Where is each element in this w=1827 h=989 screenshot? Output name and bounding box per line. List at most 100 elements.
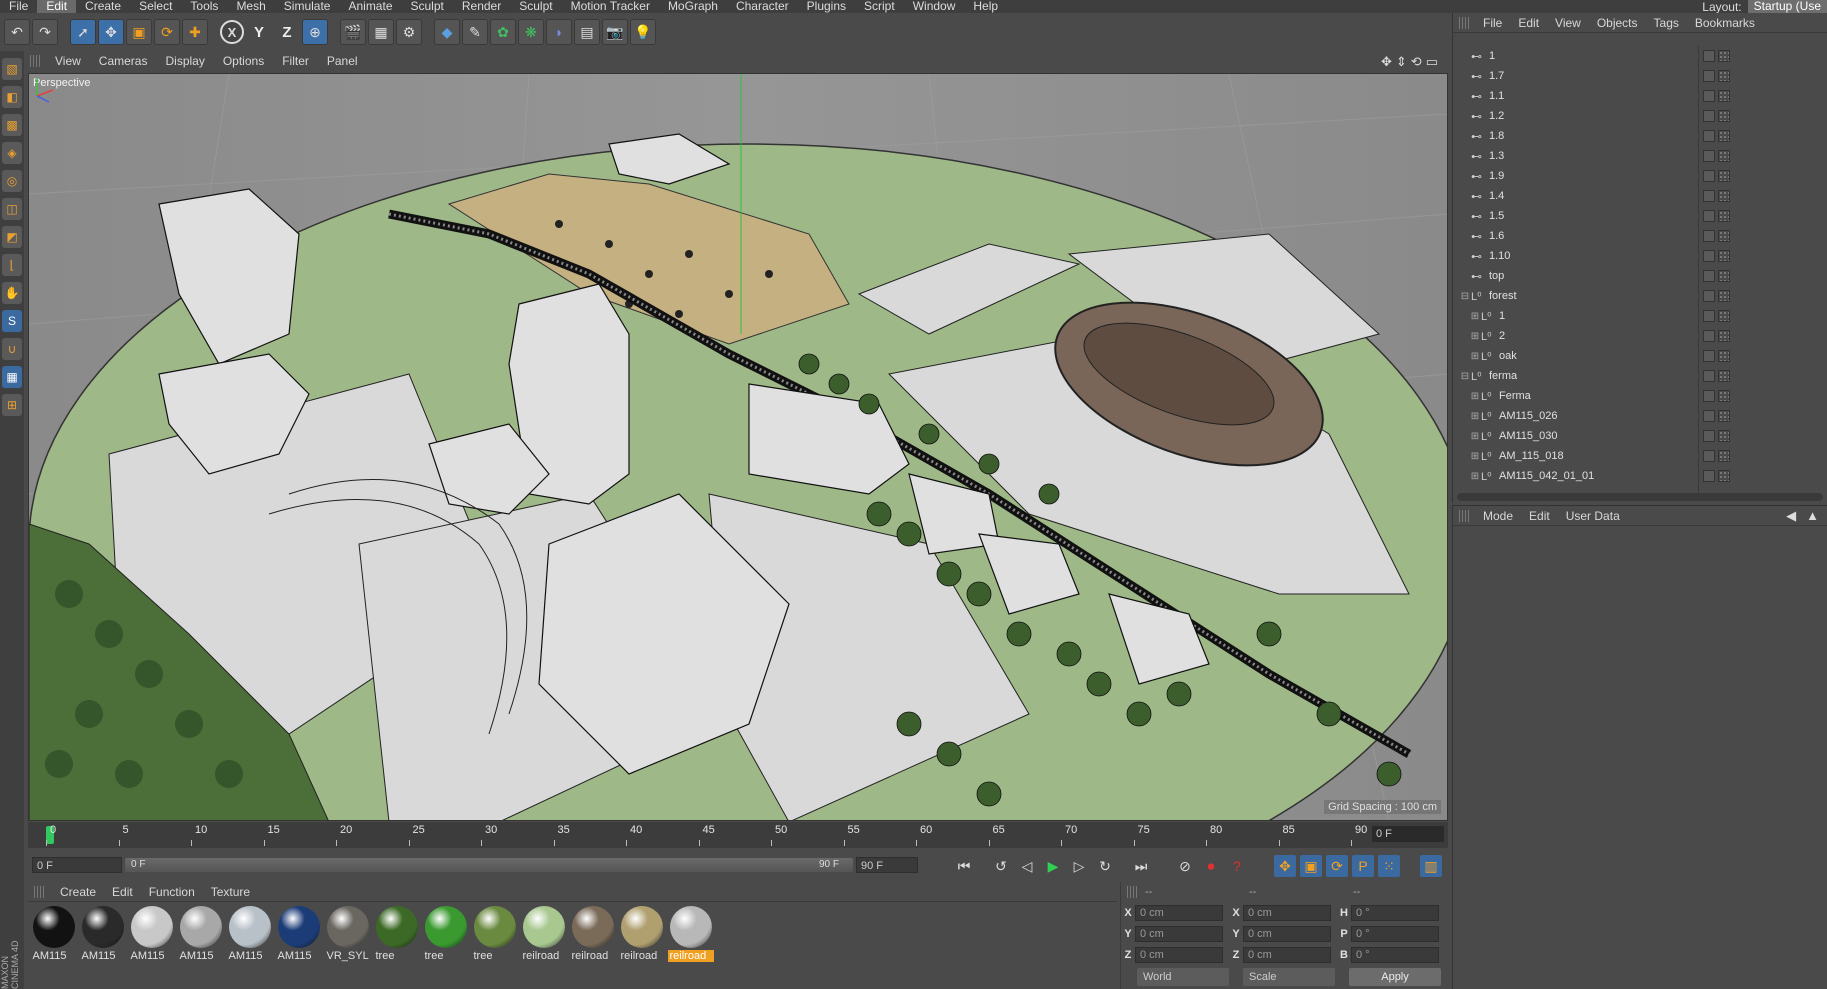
make-editable-icon[interactable]: ▧	[2, 58, 22, 80]
coordinate-mode-dropdown[interactable]: World	[1137, 968, 1229, 986]
visibility-dots-icon[interactable]	[1718, 110, 1730, 122]
record-active-icon[interactable]: ⏺	[1200, 855, 1222, 877]
object-row[interactable]: ⊷ 1.2	[1453, 106, 1827, 126]
rotate-tool-icon[interactable]: ⟳	[154, 19, 180, 45]
light-object-icon[interactable]: 💡	[630, 19, 656, 45]
expand-icon[interactable]: ⊞	[1469, 451, 1481, 462]
object-row[interactable]: ⊷ 1.6	[1453, 226, 1827, 246]
expand-icon[interactable]: ⊞	[1469, 391, 1481, 402]
timeline-window-icon[interactable]: ▥	[1420, 855, 1442, 877]
visibility-dots-icon[interactable]	[1718, 450, 1730, 462]
move-tool-icon[interactable]: ✥	[98, 19, 124, 45]
coord-value-field[interactable]: 0 cm	[1243, 904, 1331, 921]
lock-workplane-icon[interactable]: ⊞	[2, 394, 22, 416]
layer-checkbox-icon[interactable]	[1703, 250, 1715, 262]
orbit-icon[interactable]: ⟲	[1411, 54, 1422, 70]
menu-item-render[interactable]: Render	[453, 0, 510, 13]
viewport-menu-filter[interactable]: Filter	[273, 54, 318, 68]
go-to-end-icon[interactable]: ⏭	[1130, 855, 1152, 877]
key-position-icon[interactable]: ✥	[1274, 855, 1296, 877]
undo-icon[interactable]: ↶	[4, 19, 30, 45]
scale-tool-icon[interactable]: ▣	[126, 19, 152, 45]
live-select-icon[interactable]: ✚	[182, 19, 208, 45]
render-settings-icon[interactable]: ⚙	[396, 19, 422, 45]
object-row[interactable]: ⊟ L⁰ forest	[1453, 286, 1827, 306]
object-row[interactable]: ⊞ L⁰ 1	[1453, 306, 1827, 326]
panel-grip-icon[interactable]	[30, 55, 40, 67]
layer-checkbox-icon[interactable]	[1703, 330, 1715, 342]
preview-range-slider[interactable]: 0 F 90 F	[125, 858, 853, 872]
menu-item-script[interactable]: Script	[855, 0, 904, 13]
grid-snap-icon[interactable]: ▦	[2, 366, 22, 388]
axis-mode-icon[interactable]: ⌊	[2, 254, 22, 276]
expand-icon[interactable]: ⊞	[1469, 431, 1481, 442]
object-row[interactable]: ⊞ L⁰ Ferma	[1453, 386, 1827, 406]
layer-checkbox-icon[interactable]	[1703, 90, 1715, 102]
attribute-menu-user-data[interactable]: User Data	[1558, 509, 1628, 523]
previous-key-icon[interactable]: ↺	[990, 855, 1012, 877]
visibility-dots-icon[interactable]	[1718, 210, 1730, 222]
panel-grip-icon[interactable]	[1459, 16, 1469, 29]
expand-icon[interactable]: ⊞	[1469, 331, 1481, 342]
size-mode-dropdown[interactable]: Scale	[1243, 968, 1335, 986]
object-menu-file[interactable]: File	[1475, 16, 1510, 30]
points-mode-icon[interactable]: ◎	[2, 170, 22, 192]
material-swatch[interactable]: AM115	[274, 906, 323, 962]
play-forward-icon[interactable]: ▶	[1042, 855, 1064, 877]
timeline-track[interactable]: 0 5 10 15 20 25 30 35 40 45 50 55 60 65 70 75 80 85 90	[36, 824, 1367, 846]
workplane-icon[interactable]: ◈	[2, 142, 22, 164]
visibility-dots-icon[interactable]	[1718, 190, 1730, 202]
object-row[interactable]: ⊷ 1.4	[1453, 186, 1827, 206]
layer-checkbox-icon[interactable]	[1703, 290, 1715, 302]
object-row[interactable]: ⊞ L⁰ AM_115_018	[1453, 446, 1827, 466]
object-menu-bookmarks[interactable]: Bookmarks	[1687, 16, 1763, 30]
object-row[interactable]: ⊷ 1	[1453, 46, 1827, 66]
render-view-icon[interactable]: 🎬	[340, 19, 366, 45]
layer-checkbox-icon[interactable]	[1703, 410, 1715, 422]
object-row[interactable]: ⊷ top	[1453, 266, 1827, 286]
timeline-ruler[interactable]: 0 5 10 15 20 25 30 35 40 45 50 55 60 65 70 75 80 85 90 0 F	[28, 822, 1448, 848]
select-tool-icon[interactable]: ➚	[70, 19, 96, 45]
subdivision-surface-icon[interactable]: ✿	[490, 19, 516, 45]
coord-value-field[interactable]: 0 cm	[1135, 925, 1223, 942]
material-menu-create[interactable]: Create	[52, 885, 104, 899]
y-axis-lock-button[interactable]: Y	[246, 19, 272, 45]
attribute-menu-edit[interactable]: Edit	[1521, 509, 1558, 523]
object-menu-view[interactable]: View	[1547, 16, 1589, 30]
layer-checkbox-icon[interactable]	[1703, 210, 1715, 222]
viewport-menu-view[interactable]: View	[46, 54, 90, 68]
coord-value-field[interactable]: 0 °	[1351, 946, 1439, 963]
camera-object-icon[interactable]: 📷	[602, 19, 628, 45]
object-row[interactable]: ⊟ L⁰ ferma	[1453, 366, 1827, 386]
coord-value-field[interactable]: 0 cm	[1243, 946, 1331, 963]
viewport-menu-panel[interactable]: Panel	[318, 54, 367, 68]
panel-grip-icon[interactable]	[1459, 509, 1469, 522]
start-frame-field[interactable]: 0 F	[32, 857, 122, 873]
menu-item-help[interactable]: Help	[964, 0, 1007, 13]
apply-button[interactable]: Apply	[1349, 968, 1441, 986]
key-scale-icon[interactable]: ▣	[1300, 855, 1322, 877]
menu-item-character[interactable]: Character	[727, 0, 798, 13]
key-pla-icon[interactable]: ⁙	[1378, 855, 1400, 877]
switch-view-icon[interactable]: ▭	[1426, 54, 1438, 70]
menu-item-mesh[interactable]: Mesh	[227, 0, 274, 13]
object-row[interactable]: ⊞ L⁰ AM115_030	[1453, 426, 1827, 446]
end-frame-field[interactable]: 90 F	[856, 857, 918, 873]
visibility-dots-icon[interactable]	[1718, 130, 1730, 142]
material-menu-function[interactable]: Function	[141, 885, 203, 899]
object-menu-tags[interactable]: Tags	[1646, 16, 1687, 30]
magnet-icon[interactable]: ∪	[2, 338, 22, 360]
visibility-dots-icon[interactable]	[1718, 230, 1730, 242]
object-row[interactable]: ⊷ 1.9	[1453, 166, 1827, 186]
visibility-dots-icon[interactable]	[1718, 50, 1730, 62]
cube-primitive-icon[interactable]: ◆	[434, 19, 460, 45]
menu-item-edit[interactable]: Edit	[37, 0, 77, 13]
visibility-dots-icon[interactable]	[1718, 390, 1730, 402]
panel-grip-icon[interactable]	[34, 885, 44, 898]
layer-checkbox-icon[interactable]	[1703, 470, 1715, 482]
layer-checkbox-icon[interactable]	[1703, 370, 1715, 382]
deformer-icon[interactable]: ◗	[546, 19, 572, 45]
material-menu-texture[interactable]: Texture	[203, 885, 258, 899]
visibility-dots-icon[interactable]	[1718, 410, 1730, 422]
coord-value-field[interactable]: 0 cm	[1243, 925, 1331, 942]
